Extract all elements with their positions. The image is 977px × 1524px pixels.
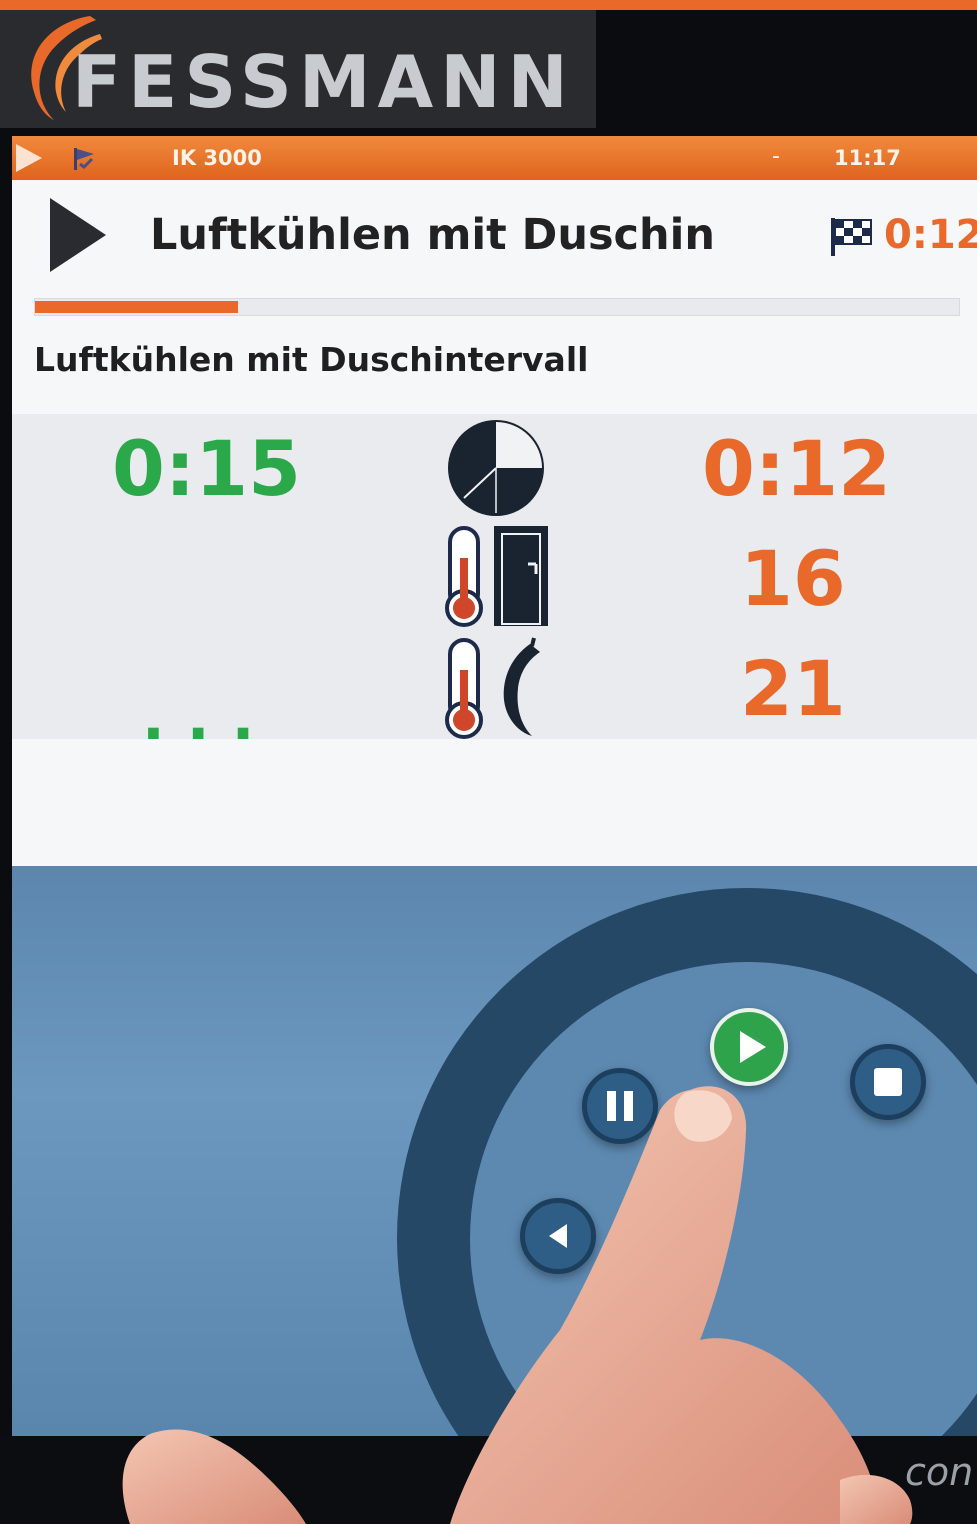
stop-icon xyxy=(874,1068,902,1096)
device-title: IK 3000 xyxy=(172,146,262,170)
finish-time: 0:12 xyxy=(884,212,977,258)
program-progress-bar xyxy=(34,298,960,316)
program-running-icon xyxy=(50,198,106,272)
program-flag-icon[interactable] xyxy=(70,146,96,170)
start-button[interactable] xyxy=(710,1008,788,1086)
more-indicator[interactable]: ... xyxy=(142,684,276,754)
pause-button[interactable] xyxy=(582,1068,658,1144)
step-name: Luftkühlen mit Duschintervall xyxy=(34,340,589,379)
progress-fill xyxy=(35,301,239,313)
brand-banner: FESSMANN xyxy=(0,10,596,128)
checkered-flag-icon xyxy=(831,218,872,256)
pause-icon xyxy=(607,1091,633,1121)
core-temperature-value: 21 xyxy=(740,644,846,733)
status-play-icon[interactable] xyxy=(16,144,42,172)
program-name: Luftkühlen mit Duschin xyxy=(150,210,716,260)
play-icon xyxy=(740,1031,766,1063)
status-clock: 11:17 xyxy=(834,146,901,170)
rewind-icon xyxy=(549,1224,567,1248)
brand-name: FESSMANN xyxy=(72,40,575,124)
touch-screen: IK 3000 - 11:17 Luftkühlen mit Duschin 0… xyxy=(12,136,977,1436)
status-bar: IK 3000 - 11:17 xyxy=(12,136,977,180)
device-bezel xyxy=(0,1436,977,1524)
room-temperature-value: 16 xyxy=(740,534,846,623)
time-pie-icon xyxy=(448,420,544,516)
step-time: 0:15 xyxy=(112,424,302,513)
stop-button[interactable] xyxy=(850,1044,926,1120)
back-button[interactable] xyxy=(520,1198,596,1274)
remaining-time-value: 0:12 xyxy=(702,424,892,513)
bezel-logo: con xyxy=(905,1450,974,1494)
core-temperature-icon xyxy=(445,637,540,739)
top-accent-bar xyxy=(0,0,977,10)
room-temperature-icon xyxy=(445,526,548,627)
status-separator: - xyxy=(772,144,780,169)
